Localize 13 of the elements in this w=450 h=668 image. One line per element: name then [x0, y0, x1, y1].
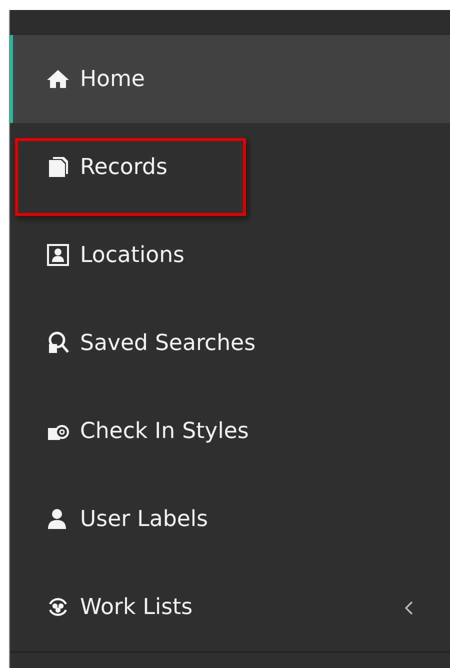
search-icon — [46, 331, 70, 355]
cycle-icon — [46, 595, 70, 619]
sidebar-item[interactable]: Locations — [10, 211, 450, 299]
sidebar-item[interactable]: Records — [10, 123, 450, 211]
contact-card-icon — [46, 243, 70, 267]
chevron-left-icon[interactable] — [404, 601, 414, 615]
sidebar-item[interactable]: Check In Styles — [10, 387, 450, 475]
home-icon — [46, 67, 70, 91]
sidebar-item[interactable]: Home — [10, 35, 450, 123]
sidebar-item[interactable]: Work Lists — [10, 563, 450, 651]
document-icon — [46, 155, 70, 179]
sidebar-item[interactable]: Saved Searches — [10, 299, 450, 387]
sidebar-item[interactable]: User Labels — [10, 475, 450, 563]
